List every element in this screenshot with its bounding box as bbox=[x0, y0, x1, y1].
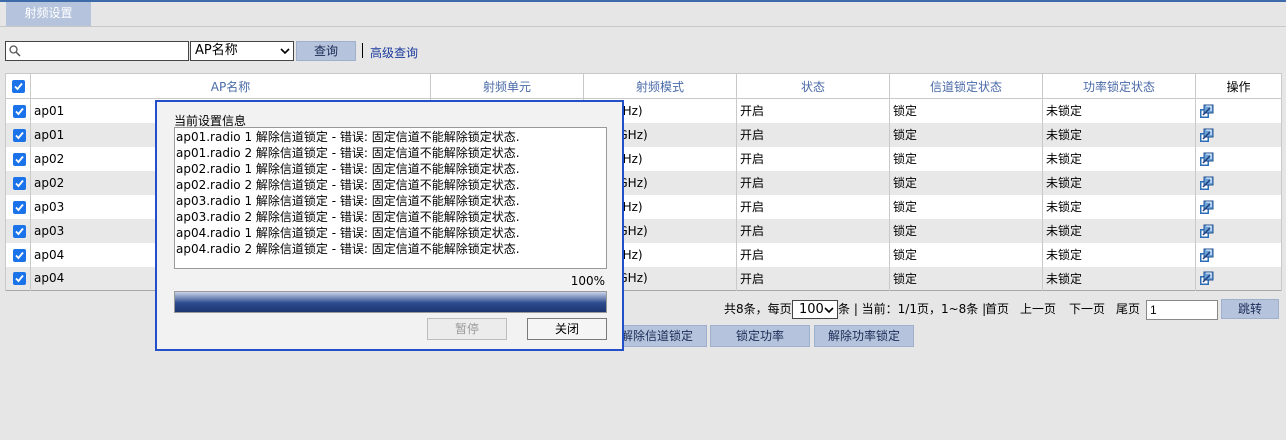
log-line: ap04.radio 1 解除信道锁定 - 错误: 固定信道不能解除锁定状态. bbox=[176, 226, 520, 240]
progress-bar bbox=[174, 291, 607, 313]
pause-button[interactable]: 暂停 bbox=[427, 318, 507, 340]
edit-icon[interactable] bbox=[1195, 218, 1282, 243]
query-button[interactable]: 查询 bbox=[296, 41, 356, 61]
log-line: ap01.radio 2 解除信道锁定 - 错误: 固定信道不能解除锁定状态. bbox=[176, 146, 520, 160]
log-line: ap03.radio 1 解除信道锁定 - 错误: 固定信道不能解除锁定状态. bbox=[176, 194, 520, 208]
cell-channel-lock: 锁定 bbox=[889, 122, 1043, 147]
unlock-power-button[interactable]: 解除功率锁定 bbox=[814, 325, 914, 347]
cell-status: 开启 bbox=[736, 98, 890, 123]
cell-channel-lock: 锁定 bbox=[889, 242, 1043, 267]
advanced-query-link[interactable]: 高级查询 bbox=[370, 44, 418, 61]
chevron-down-icon bbox=[280, 48, 290, 55]
pager-first[interactable]: 首页 bbox=[985, 300, 1009, 317]
cell-status: 开启 bbox=[736, 146, 890, 171]
jump-button[interactable]: 跳转 bbox=[1221, 299, 1279, 319]
search-icon bbox=[9, 45, 21, 57]
cell-power-lock: 未锁定 bbox=[1042, 122, 1196, 147]
col-header-status[interactable]: 状态 bbox=[736, 73, 890, 99]
log-line: ap03.radio 2 解除信道锁定 - 错误: 固定信道不能解除锁定状态. bbox=[176, 210, 520, 224]
search-field[interactable] bbox=[5, 41, 189, 61]
search-field-select-value: AP名称 bbox=[195, 43, 238, 58]
cell-status: 开启 bbox=[736, 218, 890, 243]
cell-status: 开启 bbox=[736, 122, 890, 147]
cell-channel-lock: 锁定 bbox=[889, 218, 1043, 243]
row-checkbox[interactable] bbox=[5, 242, 31, 267]
chevron-down-icon bbox=[824, 307, 834, 314]
cell-status: 开启 bbox=[736, 170, 890, 195]
edit-icon[interactable] bbox=[1195, 170, 1282, 195]
tab-divider bbox=[0, 26, 1286, 27]
page-size-select[interactable]: 100 bbox=[792, 300, 838, 319]
cell-power-lock: 未锁定 bbox=[1042, 242, 1196, 267]
select-all-checkbox[interactable] bbox=[5, 73, 31, 99]
edit-icon[interactable] bbox=[1195, 146, 1282, 171]
search-field-select[interactable]: AP名称 bbox=[190, 41, 294, 61]
cell-status: 开启 bbox=[736, 266, 890, 291]
row-checkbox[interactable] bbox=[5, 170, 31, 195]
cell-power-lock: 未锁定 bbox=[1042, 98, 1196, 123]
cell-channel-lock: 锁定 bbox=[889, 194, 1043, 219]
col-header-radio-unit[interactable]: 射频单元 bbox=[430, 73, 584, 99]
cell-status: 开启 bbox=[736, 194, 890, 219]
row-checkbox[interactable] bbox=[5, 194, 31, 219]
col-header-ap-name[interactable]: AP名称 bbox=[30, 73, 431, 99]
log-line: ap04.radio 2 解除信道锁定 - 错误: 固定信道不能解除锁定状态. bbox=[176, 242, 520, 256]
settings-progress-dialog: 当前设置信息 ap01.radio 1 解除信道锁定 - 错误: 固定信道不能解… bbox=[155, 100, 624, 351]
page-size-value: 100 bbox=[799, 302, 824, 317]
cell-power-lock: 未锁定 bbox=[1042, 266, 1196, 291]
pager-next[interactable]: 下一页 bbox=[1069, 300, 1105, 317]
cell-power-lock: 未锁定 bbox=[1042, 170, 1196, 195]
pager-current: 条 | 当前：1/1页，1~8条 | bbox=[838, 302, 987, 316]
edit-icon[interactable] bbox=[1195, 242, 1282, 267]
col-header-power-lock[interactable]: 功率锁定状态 bbox=[1042, 73, 1196, 99]
page-number-input[interactable] bbox=[1146, 300, 1218, 320]
progress-bar-fill bbox=[175, 292, 606, 312]
cell-status: 开启 bbox=[736, 242, 890, 267]
edit-icon[interactable] bbox=[1195, 194, 1282, 219]
cell-channel-lock: 锁定 bbox=[889, 98, 1043, 123]
edit-icon[interactable] bbox=[1195, 266, 1282, 291]
pager-prev[interactable]: 上一页 bbox=[1020, 300, 1056, 317]
cell-power-lock: 未锁定 bbox=[1042, 218, 1196, 243]
log-line: ap01.radio 1 解除信道锁定 - 错误: 固定信道不能解除锁定状态. bbox=[176, 130, 520, 144]
col-header-actions: 操作 bbox=[1195, 73, 1282, 99]
lock-power-button[interactable]: 锁定功率 bbox=[710, 325, 810, 347]
log-line: ap02.radio 2 解除信道锁定 - 错误: 固定信道不能解除锁定状态. bbox=[176, 178, 520, 192]
edit-icon[interactable] bbox=[1195, 98, 1282, 123]
col-header-channel-lock[interactable]: 信道锁定状态 bbox=[889, 73, 1043, 99]
cell-power-lock: 未锁定 bbox=[1042, 194, 1196, 219]
top-accent-line bbox=[0, 0, 1286, 2]
row-checkbox[interactable] bbox=[5, 146, 31, 171]
divider bbox=[362, 43, 363, 58]
log-line: ap02.radio 1 解除信道锁定 - 错误: 固定信道不能解除锁定状态. bbox=[176, 162, 520, 176]
pager-total: 共8条，每页 bbox=[724, 302, 792, 316]
log-textarea[interactable]: ap01.radio 1 解除信道锁定 - 错误: 固定信道不能解除锁定状态. a… bbox=[174, 127, 607, 269]
cell-channel-lock: 锁定 bbox=[889, 146, 1043, 171]
cell-channel-lock: 锁定 bbox=[889, 170, 1043, 195]
row-checkbox[interactable] bbox=[5, 122, 31, 147]
cell-power-lock: 未锁定 bbox=[1042, 146, 1196, 171]
pager-last[interactable]: 尾页 bbox=[1116, 300, 1140, 317]
row-checkbox[interactable] bbox=[5, 98, 31, 123]
cell-channel-lock: 锁定 bbox=[889, 266, 1043, 291]
tab-radio-settings[interactable]: 射频设置 bbox=[6, 2, 91, 26]
progress-percent: 100% bbox=[570, 274, 605, 288]
col-header-radio-mode[interactable]: 射频模式 bbox=[583, 73, 737, 99]
search-input[interactable] bbox=[22, 42, 186, 60]
close-button[interactable]: 关闭 bbox=[527, 318, 607, 340]
row-checkbox[interactable] bbox=[5, 266, 31, 291]
table-header-row: AP名称 射频单元 射频模式 状态 信道锁定状态 功率锁定状态 操作 bbox=[5, 73, 1282, 99]
row-checkbox[interactable] bbox=[5, 218, 31, 243]
edit-icon[interactable] bbox=[1195, 122, 1282, 147]
